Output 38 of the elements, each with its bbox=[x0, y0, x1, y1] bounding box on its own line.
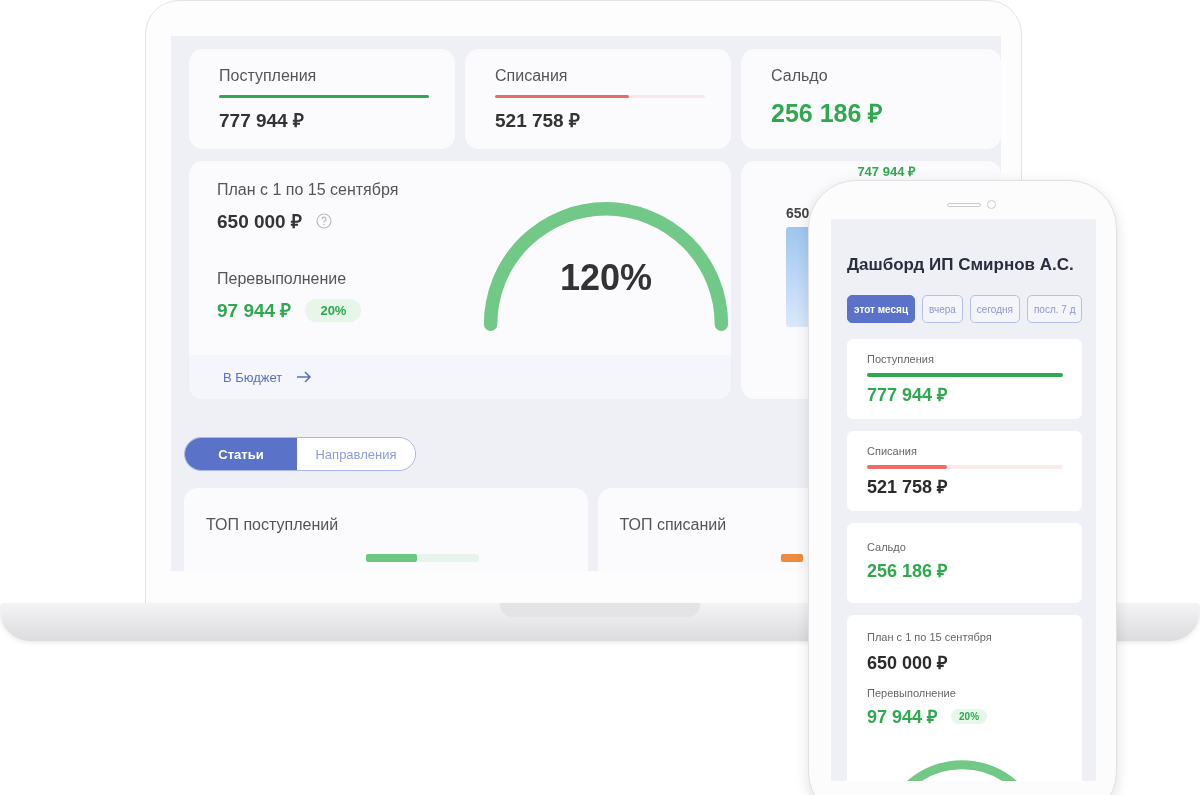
card-label: Сальдо bbox=[771, 67, 829, 85]
card-value: 256 186 ₽ bbox=[867, 560, 949, 582]
budget-link[interactable]: В Бюджет bbox=[223, 369, 283, 385]
arrow-right-icon bbox=[296, 371, 313, 383]
card-label: Сальдо bbox=[867, 541, 907, 553]
period-chip[interactable]: посл. 7 д bbox=[1026, 295, 1083, 323]
percent-badge: 20% bbox=[305, 298, 362, 322]
tab[interactable]: Статьи bbox=[185, 438, 297, 470]
help-icon[interactable] bbox=[315, 213, 332, 229]
card-value: 777 944 ₽ bbox=[219, 109, 305, 133]
overfulfilment-label: Перевыполнение bbox=[217, 270, 348, 288]
plan-title: План с 1 по 15 сентября bbox=[867, 631, 993, 643]
card-label: Поступления bbox=[219, 67, 318, 85]
dashboard-title: Дашборд ИП Смирнов А.С. bbox=[847, 255, 1075, 275]
card-title: ТОП поступлений bbox=[206, 516, 340, 534]
chart-value: 650 bbox=[786, 205, 811, 221]
plan-amount: 650 000 ₽ bbox=[217, 210, 302, 234]
card-value: 777 944 ₽ bbox=[867, 384, 949, 406]
card-label: Поступления bbox=[867, 353, 935, 365]
percent-badge: 20% bbox=[951, 708, 988, 724]
card-label: Списания bbox=[495, 67, 569, 85]
chart-value: 747 944 ₽ bbox=[856, 165, 917, 179]
card-value: 521 758 ₽ bbox=[495, 109, 581, 133]
overfulfilment-amount: 97 944 ₽ bbox=[867, 706, 938, 728]
overfulfilment-label: Перевыполнение bbox=[867, 687, 957, 699]
speaker-icon bbox=[947, 203, 981, 207]
card-title: ТОП списаний bbox=[619, 516, 728, 534]
card-value: 256 186 ₽ bbox=[771, 98, 885, 129]
gauge-value: 120% bbox=[558, 257, 654, 299]
period-chip[interactable]: вчера bbox=[922, 295, 963, 323]
tab[interactable]: Направления bbox=[297, 438, 415, 470]
plan-title: План с 1 по 15 сентября bbox=[217, 181, 400, 199]
plan-amount: 650 000 ₽ bbox=[867, 652, 949, 674]
card-value: 521 758 ₽ bbox=[867, 476, 949, 498]
period-chip[interactable]: сегодня bbox=[969, 295, 1020, 323]
period-chip[interactable]: этот месяц bbox=[847, 295, 916, 323]
overfulfilment-amount: 97 944 ₽ bbox=[217, 299, 292, 323]
card-label: Списания bbox=[867, 445, 918, 457]
